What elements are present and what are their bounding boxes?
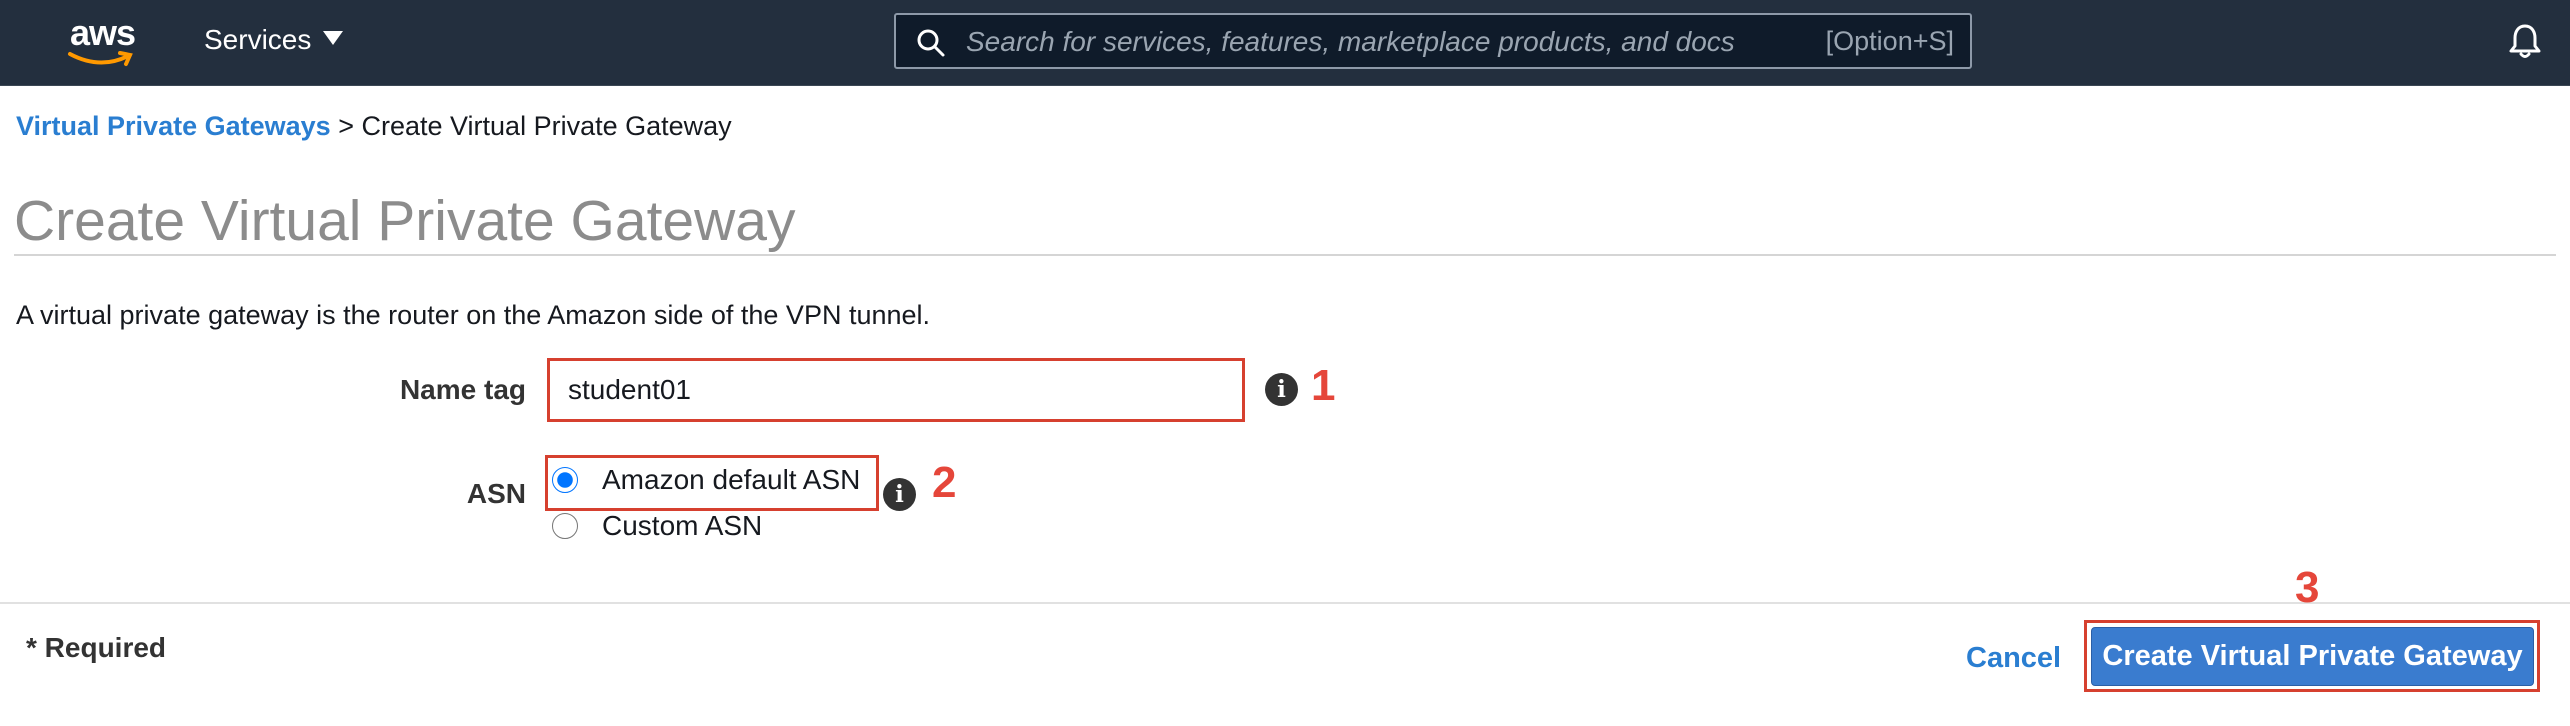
asn-option-custom[interactable]: Custom ASN	[552, 510, 762, 542]
annotation-step-2: 2	[932, 458, 957, 507]
aws-logo-text: aws	[70, 12, 136, 53]
breadcrumb-separator: >	[338, 111, 354, 141]
top-navigation-bar: aws Services [Option+S]	[0, 0, 2570, 86]
services-label: Services	[204, 24, 312, 55]
custom-asn-radio[interactable]	[552, 513, 578, 539]
aws-logo[interactable]: aws	[62, 12, 142, 72]
annotation-step-3: 3	[2295, 563, 2320, 612]
breadcrumb-current: Create Virtual Private Gateway	[361, 111, 732, 141]
title-divider	[14, 254, 2556, 256]
required-fields-note: * Required	[26, 632, 167, 663]
cancel-button[interactable]: Cancel	[1966, 642, 2061, 675]
page-title: Create Virtual Private Gateway	[14, 189, 796, 253]
custom-asn-label: Custom ASN	[602, 510, 763, 541]
breadcrumb-link-virtual-private-gateways[interactable]: Virtual Private Gateways	[16, 111, 331, 141]
breadcrumb: Virtual Private Gateways > Create Virtua…	[16, 111, 732, 142]
page-description: A virtual private gateway is the router …	[16, 300, 931, 330]
search-input[interactable]	[964, 23, 1748, 61]
search-icon	[917, 29, 945, 57]
create-virtual-private-gateway-button[interactable]: Create Virtual Private Gateway	[2091, 627, 2534, 686]
search-shortcut-hint: [Option+S]	[1825, 26, 1954, 56]
amazon-default-asn-radio[interactable]	[552, 467, 578, 493]
notifications-bell-icon[interactable]	[2508, 22, 2542, 60]
asn-option-amazon-default[interactable]: Amazon default ASN	[552, 464, 860, 496]
name-tag-label: Name tag	[399, 374, 526, 405]
amazon-default-asn-label: Amazon default ASN	[602, 464, 861, 495]
footer-divider	[0, 602, 2570, 604]
aws-smile-icon	[68, 51, 133, 66]
asn-label: ASN	[466, 478, 526, 509]
annotation-step-1: 1	[1311, 361, 1336, 410]
name-tag-input[interactable]	[547, 358, 1245, 422]
info-icon[interactable]: i	[883, 478, 916, 511]
info-icon[interactable]: i	[1265, 373, 1298, 406]
services-menu[interactable]: Services	[204, 24, 344, 56]
search-bar[interactable]: [Option+S]	[894, 13, 1972, 69]
caret-down-icon	[323, 31, 344, 45]
